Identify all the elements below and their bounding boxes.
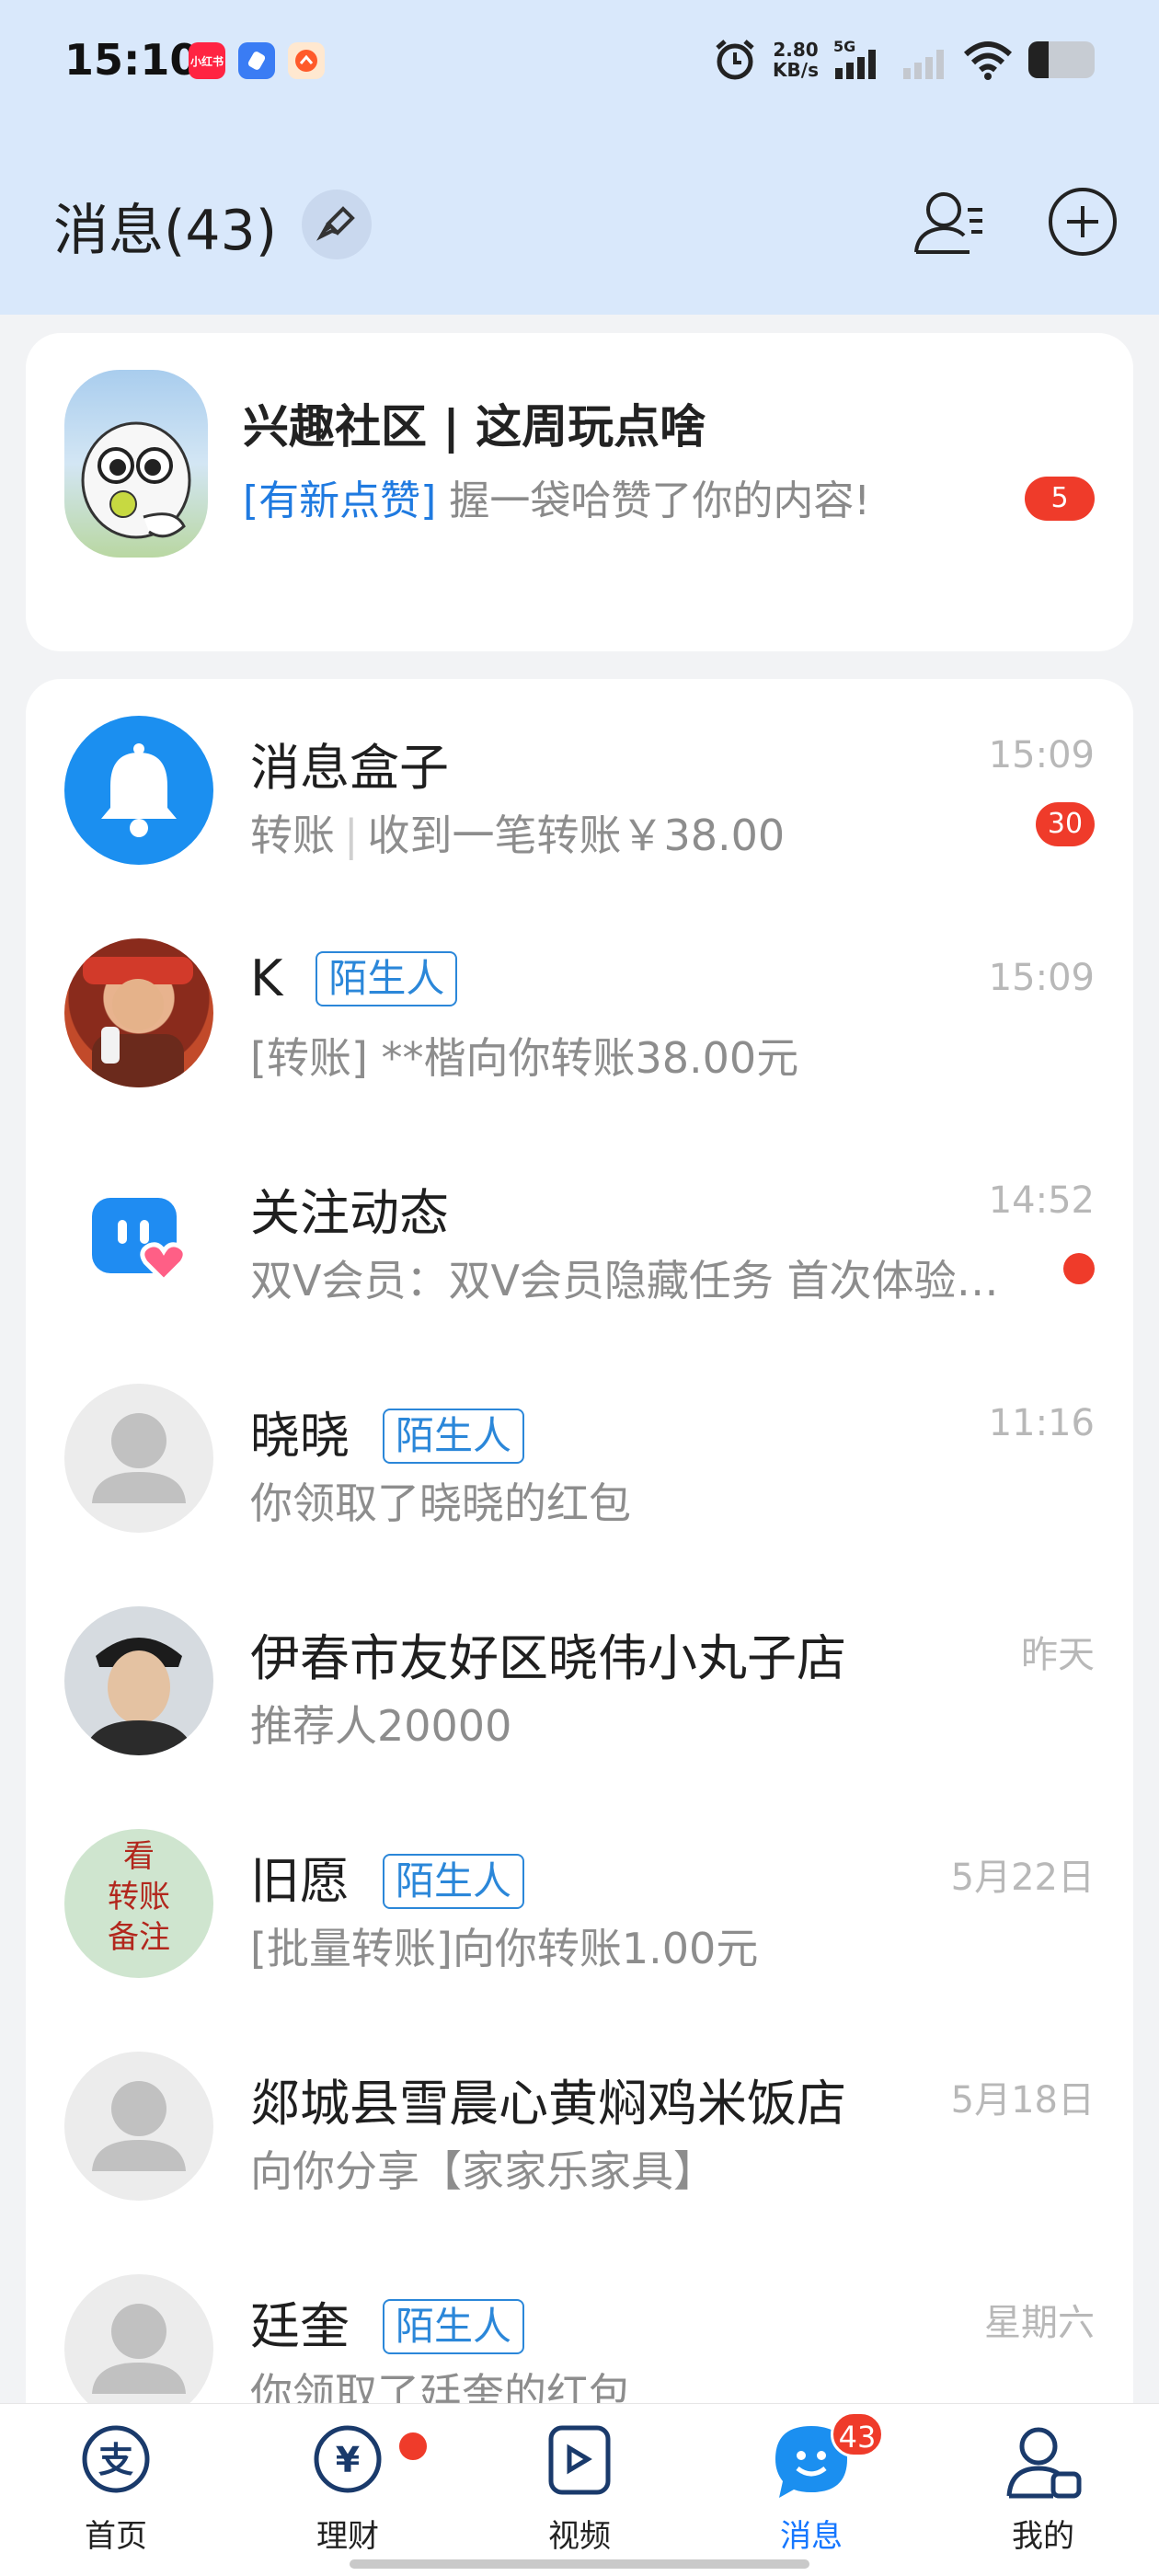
- follow-icon: [92, 1198, 188, 1284]
- conversation-name: 旧愿 陌生人: [250, 1840, 525, 1913]
- unread-dot: [1063, 1253, 1095, 1284]
- video-icon: [538, 2421, 621, 2503]
- conversation-name: 廷奎 陌生人: [250, 2285, 525, 2358]
- xiaohongshu-app-icon: 小红书: [189, 42, 225, 79]
- messages-badge: 43: [831, 2411, 884, 2457]
- contact-avatar: [64, 1606, 213, 1755]
- conversation-message: 推荐人20000: [250, 1701, 512, 1751]
- alipay-home-icon: 支: [75, 2421, 157, 2503]
- add-button[interactable]: [1047, 186, 1119, 258]
- conversation-row[interactable]: 郯城县雪晨心黄焖鸡米饭店 向你分享【家家乐家具】 5月18日: [26, 2015, 1133, 2237]
- svg-text:支: 支: [98, 2440, 133, 2480]
- page-header: 消息(43): [0, 175, 1159, 267]
- nav-home[interactable]: 支 首页: [52, 2421, 180, 2556]
- conversation-row[interactable]: 消息盒子 转账 | 收到一笔转账￥38.00 15:09 30: [26, 679, 1133, 902]
- stranger-tag: 陌生人: [383, 1409, 525, 1464]
- alarm-icon: [716, 40, 754, 80]
- conversation-time: 5月22日: [950, 1857, 1095, 1899]
- featured-message: [有新点赞] 握一袋哈赞了你的内容!: [243, 477, 870, 524]
- orange-app-icon: [288, 42, 325, 79]
- battery-icon: [1028, 41, 1095, 78]
- stranger-tag: 陌生人: [383, 2299, 525, 2354]
- status-app-icons: 小红书: [189, 42, 325, 79]
- follow-feed-avatar: [64, 1161, 213, 1310]
- person-icon: [92, 1413, 186, 1503]
- nav-profile[interactable]: 我的: [979, 2421, 1107, 2556]
- stranger-tag: 陌生人: [383, 1854, 525, 1909]
- profile-icon: [1002, 2421, 1084, 2503]
- message-box-avatar: [64, 716, 213, 865]
- conversation-row[interactable]: 伊春市友好区晓伟小丸子店 推荐人20000 昨天: [26, 1570, 1133, 1792]
- featured-card[interactable]: 兴趣社区 | 这周玩点啥 [有新点赞] 握一袋哈赞了你的内容! 5: [26, 333, 1133, 651]
- svg-text:¥: ¥: [336, 2440, 360, 2480]
- home-indicator[interactable]: [350, 2559, 809, 2569]
- stranger-tag: 陌生人: [316, 951, 458, 1006]
- broom-icon: [316, 206, 355, 241]
- person-photo: [83, 1638, 195, 1755]
- conversation-time: 15:09: [988, 957, 1095, 999]
- default-avatar: [64, 2052, 213, 2201]
- conversation-time: 5月18日: [950, 2079, 1095, 2122]
- svg-text:5G: 5G: [833, 39, 855, 55]
- conversation-row[interactable]: 关注动态 双V会员：双V会员隐藏任务 首次体验送… 14:52: [26, 1124, 1133, 1347]
- conversation-row[interactable]: K 陌生人 [转账] **楷向你转账38.00元 15:09: [26, 902, 1133, 1124]
- conversation-message: 向你分享【家家乐家具】: [250, 2146, 716, 2196]
- nav-finance[interactable]: ¥ 理财: [283, 2421, 430, 2556]
- new-like-tag: [有新点赞]: [243, 477, 437, 524]
- conversation-message: 你领取了晓晓的红包: [250, 1478, 631, 1528]
- conversation-message: [批量转账]向你转账1.00元: [250, 1924, 759, 1973]
- status-time: 15:10: [64, 35, 200, 85]
- bottom-navigation: 支 首页 ¥ 理财 视频 43 消息 我的: [0, 2403, 1159, 2576]
- person-photo: [83, 957, 193, 1087]
- wifi-icon: [963, 41, 1013, 80]
- conversation-row[interactable]: 晓晓 陌生人 你领取了晓晓的红包 11:16: [26, 1347, 1133, 1570]
- mascot-icon: [81, 421, 191, 539]
- signal-5g-icon: 5G: [833, 39, 876, 79]
- default-avatar: [64, 1384, 213, 1533]
- featured-unread-badge: 5: [1025, 477, 1095, 521]
- status-indicators: 2.80 KB/s 5G: [712, 37, 1095, 83]
- conversation-message: 双V会员：双V会员隐藏任务 首次体验送…: [250, 1256, 1004, 1305]
- conversation-name: 消息盒子: [250, 739, 449, 797]
- conversation-message: [转账] **楷向你转账38.00元: [250, 1033, 799, 1083]
- finance-notification-dot: [396, 2430, 430, 2463]
- conversation-name: 伊春市友好区晓伟小丸子店: [250, 1629, 846, 1687]
- bell-icon: [101, 743, 177, 837]
- conversation-name: 晓晓 陌生人: [250, 1395, 525, 1467]
- nav-messages[interactable]: 43 消息: [747, 2411, 884, 2556]
- featured-title: 兴趣社区 | 这周玩点啥: [243, 400, 706, 454]
- person-icon: [92, 2081, 186, 2171]
- text-avatar: 看 转账 备注: [64, 1829, 213, 1978]
- conversation-time: 星期六: [984, 2302, 1095, 2344]
- conversation-name: 关注动态: [250, 1184, 449, 1242]
- conversation-time: 昨天: [1021, 1634, 1095, 1676]
- conversation-name: 郯城县雪晨心黄焖鸡米饭店: [250, 2075, 846, 2133]
- person-icon: [92, 2304, 186, 2394]
- conversation-list: 消息盒子 转账 | 收到一笔转账￥38.00 15:09 30 K 陌生人 [转账] …: [26, 679, 1133, 2576]
- contacts-button[interactable]: [911, 182, 990, 261]
- plus-circle-icon: [1049, 188, 1117, 256]
- unread-badge: 30: [1036, 802, 1095, 846]
- signal-secondary-icon: [903, 50, 944, 79]
- clean-unread-button[interactable]: [302, 190, 372, 259]
- conversation-time: 14:52: [988, 1179, 1095, 1222]
- conversation-row[interactable]: 看 转账 备注 旧愿 陌生人 [批量转账]向你转账1.00元 5月22日: [26, 1792, 1133, 2015]
- network-speed: 2.80 KB/s: [773, 39, 819, 81]
- conversation-time: 11:16: [988, 1402, 1095, 1444]
- message-icon: 43: [770, 2411, 884, 2503]
- blue-app-icon: [238, 42, 275, 79]
- conversation-message: 转账 | 收到一笔转账￥38.00: [250, 811, 786, 860]
- nav-video[interactable]: 视频: [515, 2421, 644, 2556]
- community-avatar: [64, 370, 208, 558]
- finance-icon: ¥: [306, 2421, 430, 2503]
- conversation-time: 15:09: [988, 734, 1095, 776]
- status-bar: 15:10 小红书 2.80 KB/s 5G: [0, 0, 1159, 129]
- default-avatar: [64, 2274, 213, 2423]
- page-title: 消息(43): [53, 199, 278, 263]
- contacts-icon: [914, 192, 982, 254]
- contact-avatar: [64, 938, 213, 1087]
- conversation-name: K 陌生人: [250, 949, 458, 1007]
